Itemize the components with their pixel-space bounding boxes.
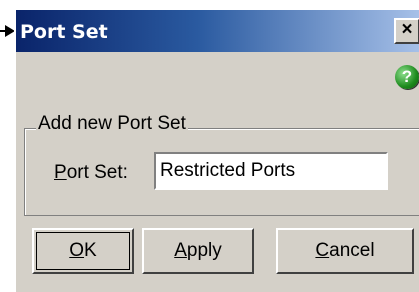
ok-button[interactable]: OK — [32, 228, 134, 274]
port-set-input[interactable] — [154, 152, 388, 190]
apply-button[interactable]: Apply — [142, 228, 254, 274]
label-rest: ort Set: — [66, 162, 128, 183]
title-bar[interactable]: Port Set — [16, 10, 419, 52]
ok-rest: K — [84, 240, 97, 261]
port-set-dialog: Port Set × ? Add new Port Set Port Set: … — [14, 8, 419, 292]
close-button[interactable]: × — [394, 18, 419, 44]
close-icon: × — [401, 19, 413, 40]
group-legend: Add new Port Set — [36, 113, 188, 135]
cancel-mnemonic: C — [315, 240, 330, 261]
apply-rest: pply — [186, 240, 222, 261]
cancel-rest: ancel — [329, 240, 375, 261]
port-set-label: Port Set: — [54, 162, 128, 184]
help-icon[interactable]: ? — [395, 65, 419, 89]
label-mnemonic: P — [54, 162, 67, 183]
ok-mnemonic: O — [69, 240, 85, 261]
cancel-button[interactable]: Cancel — [276, 228, 414, 274]
apply-mnemonic: A — [174, 240, 187, 261]
window-title: Port Set — [20, 21, 108, 43]
